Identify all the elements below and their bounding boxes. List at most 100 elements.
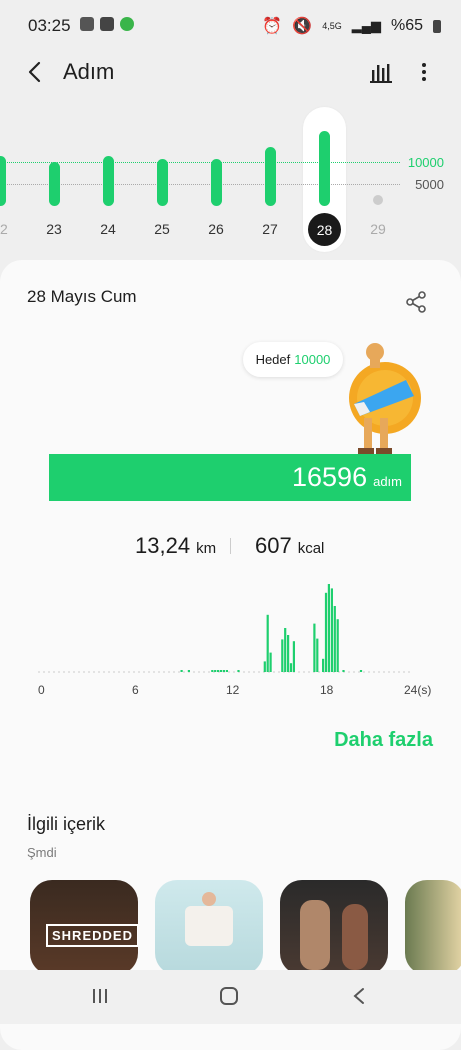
- status-time: 03:25: [28, 16, 71, 35]
- stat-divider: [230, 538, 231, 554]
- hourly-bar-11: [269, 652, 272, 672]
- calories-unit: kcal: [297, 540, 325, 557]
- hourly-bar-12: [281, 639, 284, 672]
- more-vertical-icon[interactable]: [414, 60, 434, 84]
- distance-unit: km: [196, 540, 217, 557]
- hourly-bar-19: [322, 658, 325, 672]
- hourly-tick-0: 0: [38, 683, 45, 697]
- hourly-bar-23: [333, 606, 336, 672]
- hourly-bar-15: [289, 663, 293, 672]
- calories-value: 607: [255, 533, 292, 558]
- mascot-illustration: [349, 343, 421, 454]
- day-label-22[interactable]: 22: [0, 221, 15, 237]
- hourly-bar-20: [324, 592, 328, 672]
- hourly-tick-3: 18: [320, 683, 334, 697]
- mid-line-label: 5000: [415, 177, 444, 192]
- hourly-tick-1: 6: [132, 683, 139, 697]
- goal-bubble: Hedef 10000: [243, 342, 343, 377]
- hourly-bar-22: [330, 588, 333, 672]
- home-icon[interactable]: [219, 986, 239, 1006]
- more-link[interactable]: Daha fazla: [334, 729, 433, 752]
- week-bar-26[interactable]: [211, 159, 222, 206]
- day-label-26[interactable]: 26: [201, 221, 231, 237]
- hourly-bar-24: [336, 619, 339, 672]
- hourly-bar-26: [359, 670, 363, 672]
- network-type: 4,5G: [322, 21, 342, 31]
- week-bar-22[interactable]: [0, 156, 6, 206]
- week-bar-23[interactable]: [49, 162, 60, 206]
- hourly-bar-4: [217, 670, 220, 672]
- nav-back-icon[interactable]: [351, 986, 367, 1006]
- steps-total: 16596 adım: [292, 462, 402, 493]
- related-item-1-label: SHREDDED: [46, 924, 138, 947]
- alarm-icon: ⏰: [262, 18, 283, 35]
- date-title: 28 Mayıs Cum: [27, 287, 137, 306]
- goal-text: Hedef: [255, 352, 291, 367]
- week-bar-24[interactable]: [103, 156, 114, 206]
- app-notification-icon: [120, 17, 134, 31]
- day-label-25[interactable]: 25: [147, 221, 177, 237]
- recents-icon[interactable]: [91, 987, 109, 1005]
- hourly-tick-4: 24(s): [404, 683, 432, 697]
- goal-line: [0, 162, 400, 163]
- signal-icon: ▂▄▆: [351, 18, 381, 33]
- related-item-3[interactable]: [280, 880, 388, 975]
- hourly-bar-16: [292, 641, 295, 672]
- page-title: Adım: [63, 59, 115, 84]
- distance-stat: 13,24 km: [135, 533, 216, 559]
- day-label-23[interactable]: 23: [39, 221, 69, 237]
- battery-icon: [433, 19, 441, 33]
- day-label-27[interactable]: 27: [255, 221, 285, 237]
- week-bar-27[interactable]: [265, 146, 276, 206]
- hourly-bar-14: [287, 635, 290, 672]
- related-item-4[interactable]: [405, 880, 461, 975]
- distance-value: 13,24: [135, 533, 191, 558]
- steps-unit: adım: [373, 474, 402, 489]
- hourly-bar-7: [225, 670, 228, 672]
- related-item-1[interactable]: SHREDDED: [30, 880, 138, 975]
- hourly-bar-25: [342, 670, 345, 672]
- hourly-bar-0: [180, 670, 183, 672]
- related-title: İlgili içerik: [27, 814, 106, 834]
- related-subtitle: Şmdi: [27, 845, 57, 860]
- hourly-bar-9: [263, 661, 266, 672]
- system-nav-bar: [0, 970, 461, 1024]
- mid-line: [0, 184, 400, 185]
- related-item-3-figure: [300, 900, 330, 970]
- hourly-bar-1: [187, 670, 190, 672]
- day-label-selected[interactable]: 28: [308, 213, 341, 246]
- week-bar-28[interactable]: [319, 131, 330, 206]
- hourly-bar-3: [214, 670, 217, 672]
- hourly-bar-18: [316, 638, 319, 672]
- hourly-bar-6: [222, 670, 225, 672]
- week-bar-25[interactable]: [157, 159, 168, 206]
- hourly-bar-2: [211, 670, 214, 672]
- steps-value: 16596: [292, 462, 368, 492]
- goal-line-label: 10000: [407, 155, 444, 170]
- goal-value: 10000: [294, 352, 331, 367]
- hourly-tick-2: 12: [226, 683, 240, 697]
- camera-notification-icon: [100, 17, 114, 31]
- week-empty-dot-29: [373, 195, 383, 205]
- related-item-3-figure-2: [342, 904, 368, 970]
- hourly-bar-5: [219, 670, 223, 672]
- hourly-steps-chart: [38, 584, 410, 673]
- bar-chart-icon[interactable]: [368, 60, 394, 84]
- hourly-bar-10: [266, 614, 269, 672]
- day-label-29[interactable]: 29: [363, 221, 393, 237]
- calories-stat: 607 kcal: [255, 533, 324, 559]
- related-item-2-figure: [202, 892, 216, 906]
- hourly-bar-17: [313, 623, 316, 672]
- status-bar: 03:25 ⏰ 🔇 4,5G ▂▄▆ %65: [0, 0, 461, 52]
- hourly-bar-13: [284, 628, 287, 672]
- mute-icon: 🔇: [292, 18, 313, 35]
- notification-icon: [80, 17, 94, 31]
- back-arrow-icon[interactable]: [22, 58, 50, 86]
- share-icon[interactable]: [404, 290, 428, 314]
- hourly-bar-21: [327, 584, 330, 672]
- status-right: ⏰ 🔇 4,5G ▂▄▆ %65: [262, 16, 441, 36]
- day-label-24[interactable]: 24: [93, 221, 123, 237]
- hourly-bar-8: [237, 670, 240, 672]
- related-item-2[interactable]: [155, 880, 263, 975]
- battery-level: %65: [390, 17, 423, 34]
